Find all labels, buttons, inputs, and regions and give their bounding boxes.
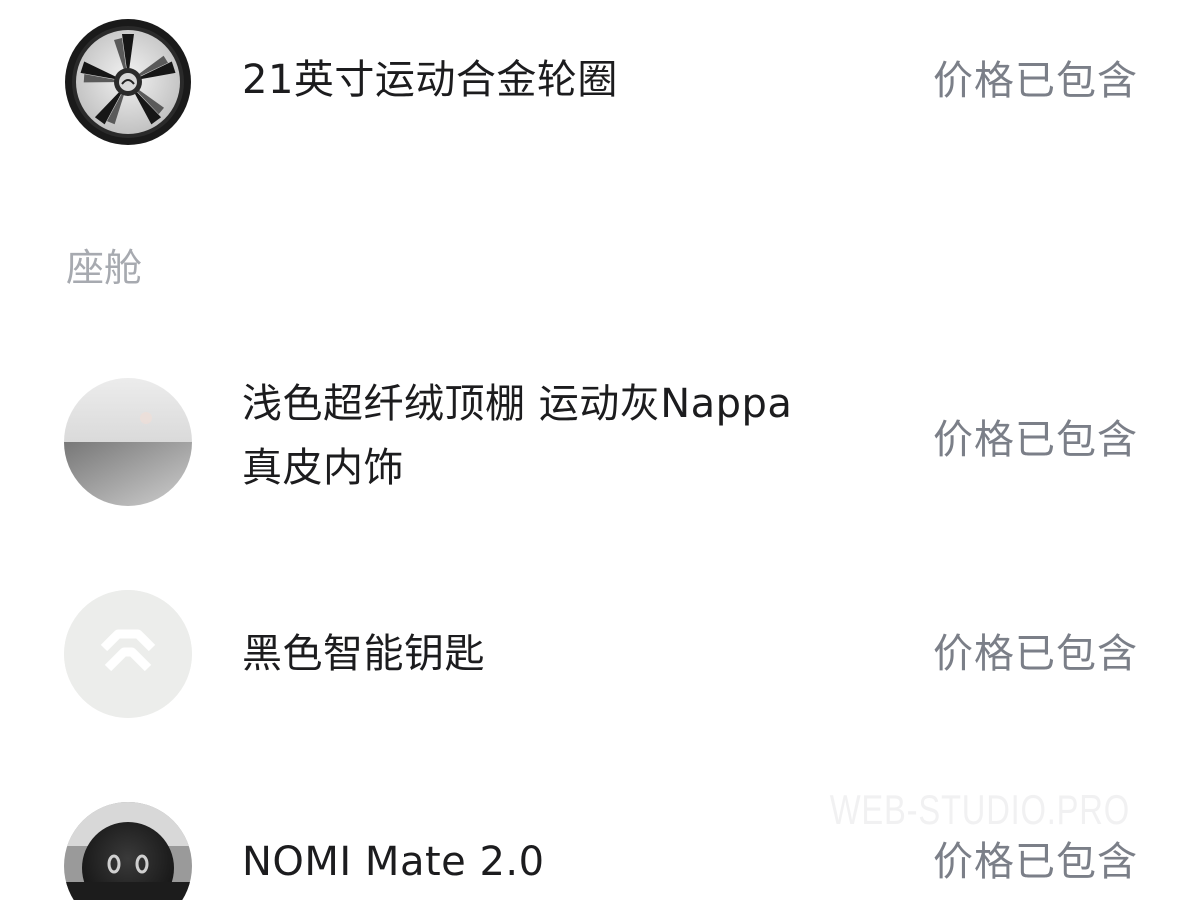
option-row-wheel[interactable]: 21英寸运动合金轮圈 价格已包含 [0,0,1200,170]
option-label: 浅色超纤绒顶棚 运动灰Nappa 真皮内饰 [242,381,793,491]
wheel-icon [64,18,192,146]
section-title-cabin: 座舱 [66,246,143,290]
price-status: 价格已包含 [933,417,1138,463]
nomi-icon [64,802,192,900]
nio-key-icon [64,590,192,718]
price-status: 价格已包含 [933,631,1138,677]
option-row-key[interactable]: 黑色智能钥匙 价格已包含 [0,586,1200,726]
price-status: 价格已包含 [933,58,1138,104]
watermark-text: WEB-STUDIO.PRO [829,786,1130,833]
price-status: 价格已包含 [933,839,1138,885]
option-label: 21英寸运动合金轮圈 [242,57,618,103]
interior-swatch-icon [64,378,192,506]
option-row-interior[interactable]: 浅色超纤绒顶棚 运动灰Nappa 真皮内饰 价格已包含 [0,370,1200,520]
option-label: NOMI Mate 2.0 [242,839,545,885]
option-list-page: 21英寸运动合金轮圈 价格已包含 座舱 浅色超纤绒顶棚 运动灰Nappa 真皮内… [0,0,1200,900]
option-label: 黑色智能钥匙 [242,631,485,677]
